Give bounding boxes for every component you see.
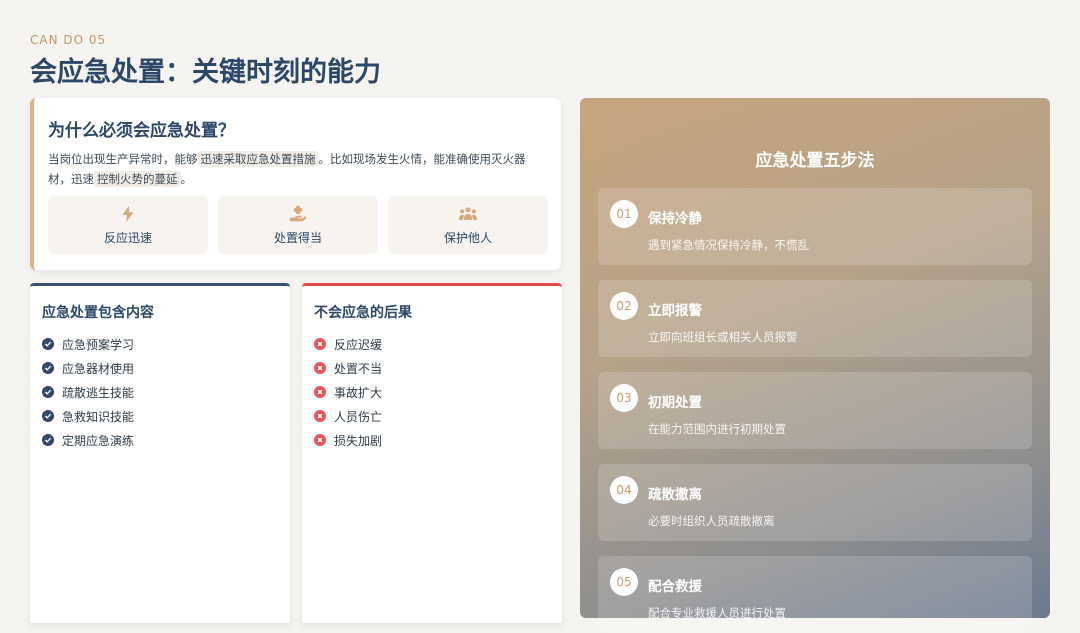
list-item: 定期应急演练 — [42, 428, 278, 452]
why-text: 当岗位出现生产异常时，能够 迅速采取应急处置措施 。比如现场发生火情，能准确使用灭火… — [48, 149, 547, 189]
people-group-icon — [458, 206, 478, 220]
steps-title: 应急处置五步法 — [755, 151, 875, 171]
list-item: 疏散逃生技能 — [42, 380, 278, 404]
step-description: 遇到紧急情况保持冷静，不慌乱 — [648, 238, 809, 252]
feature-row: 反应迅速 处置得当 保护他人 — [48, 196, 548, 254]
list-item: 急救知识技能 — [42, 404, 278, 428]
list-item-label: 应急预案学习 — [62, 337, 135, 352]
step-title: 配合救援 — [648, 579, 702, 595]
check-circle-icon — [42, 434, 54, 446]
list-item-label: 应急器材使用 — [62, 361, 135, 376]
step-item: 04 疏散撤离 必要时组织人员疏散撤离 — [598, 464, 1032, 541]
step-number: 05 — [610, 568, 638, 596]
list-item: 应急器材使用 — [42, 356, 278, 380]
lightning-icon — [122, 205, 134, 222]
feature-label: 保护他人 — [443, 230, 492, 245]
step-item: 01 保持冷静 遇到紧急情况保持冷静，不慌乱 — [598, 188, 1032, 265]
hand-heart-icon — [289, 205, 307, 221]
feature-label: 反应迅速 — [103, 230, 152, 245]
step-number: 04 — [610, 476, 638, 504]
consequences-card: 不会应急的后果 反应迟缓 处置不当 事故扩大 人员伤亡 损失加剧 — [302, 283, 562, 623]
x-circle-icon — [314, 362, 326, 374]
step-title: 立即报警 — [648, 303, 702, 319]
list-item-label: 处置不当 — [334, 361, 383, 376]
check-circle-icon — [42, 338, 54, 350]
why-title: 为什么必须会应急处置？ — [48, 121, 235, 141]
list-item: 反应迟缓 — [314, 332, 550, 356]
consequences-list: 反应迟缓 处置不当 事故扩大 人员伤亡 损失加剧 — [314, 332, 550, 452]
eyebrow-label: CAN DO 05 — [30, 33, 107, 47]
step-number: 01 — [610, 200, 638, 228]
step-item: 02 立即报警 立即向班组长或相关人员报警 — [598, 280, 1032, 357]
list-item: 损失加剧 — [314, 428, 550, 452]
page-title: 会应急处置：关键时刻的能力 — [30, 57, 381, 88]
list-item-label: 急救知识技能 — [62, 409, 135, 424]
x-circle-icon — [314, 410, 326, 422]
step-description: 在能力范围内进行初期处置 — [648, 422, 786, 436]
list-item: 应急预案学习 — [42, 332, 278, 356]
check-circle-icon — [42, 410, 54, 422]
check-circle-icon — [42, 362, 54, 374]
x-circle-icon — [314, 434, 326, 446]
list-item: 事故扩大 — [314, 380, 550, 404]
why-card: 为什么必须会应急处置？ 当岗位出现生产异常时，能够 迅速采取应急处置措施 。比如现场… — [30, 98, 561, 270]
list-item-label: 反应迟缓 — [334, 337, 383, 352]
list-item-label: 人员伤亡 — [334, 409, 383, 424]
why-text-part-1: 当岗位出现生产异常时，能够 — [48, 152, 198, 166]
check-circle-icon — [42, 386, 54, 398]
step-title: 保持冷静 — [648, 211, 702, 227]
steps-panel: 应急处置五步法 01 保持冷静 遇到紧急情况保持冷静，不慌乱 02 立即报警 立… — [580, 98, 1050, 633]
list-item: 处置不当 — [314, 356, 550, 380]
consequences-title: 不会应急的后果 — [314, 305, 412, 321]
list-item-label: 疏散逃生技能 — [62, 385, 135, 400]
list-item-label: 事故扩大 — [334, 385, 383, 400]
step-description: 配合专业救援人员进行处置 — [648, 606, 786, 620]
why-text-part-3: 。 — [180, 172, 193, 186]
step-number: 03 — [610, 384, 638, 412]
list-item: 人员伤亡 — [314, 404, 550, 428]
list-item-label: 定期应急演练 — [62, 433, 135, 448]
step-number: 02 — [610, 292, 638, 320]
step-item: 03 初期处置 在能力范围内进行初期处置 — [598, 372, 1032, 449]
feature-fast-response: 反应迅速 — [48, 196, 208, 254]
x-circle-icon — [314, 386, 326, 398]
feature-label: 处置得当 — [273, 230, 322, 245]
feature-proper-handling: 处置得当 — [218, 196, 378, 254]
step-title: 疏散撤离 — [648, 487, 702, 503]
why-highlight-1: 迅速采取应急处置措施 — [197, 151, 319, 167]
feature-protect-others: 保护他人 — [388, 196, 548, 254]
step-description: 立即向班组长或相关人员报警 — [648, 330, 798, 344]
list-item-label: 损失加剧 — [334, 433, 383, 448]
contents-title: 应急处置包含内容 — [42, 305, 154, 321]
x-circle-icon — [314, 338, 326, 350]
why-highlight-2: 控制火势的蔓延 — [94, 171, 181, 187]
step-description: 必要时组织人员疏散撤离 — [648, 514, 775, 528]
contents-card: 应急处置包含内容 应急预案学习 应急器材使用 疏散逃生技能 急救知识技能 定期应… — [30, 283, 290, 623]
step-title: 初期处置 — [648, 395, 702, 411]
step-item: 05 配合救援 配合专业救援人员进行处置 — [598, 556, 1032, 633]
contents-list: 应急预案学习 应急器材使用 疏散逃生技能 急救知识技能 定期应急演练 — [42, 332, 278, 452]
